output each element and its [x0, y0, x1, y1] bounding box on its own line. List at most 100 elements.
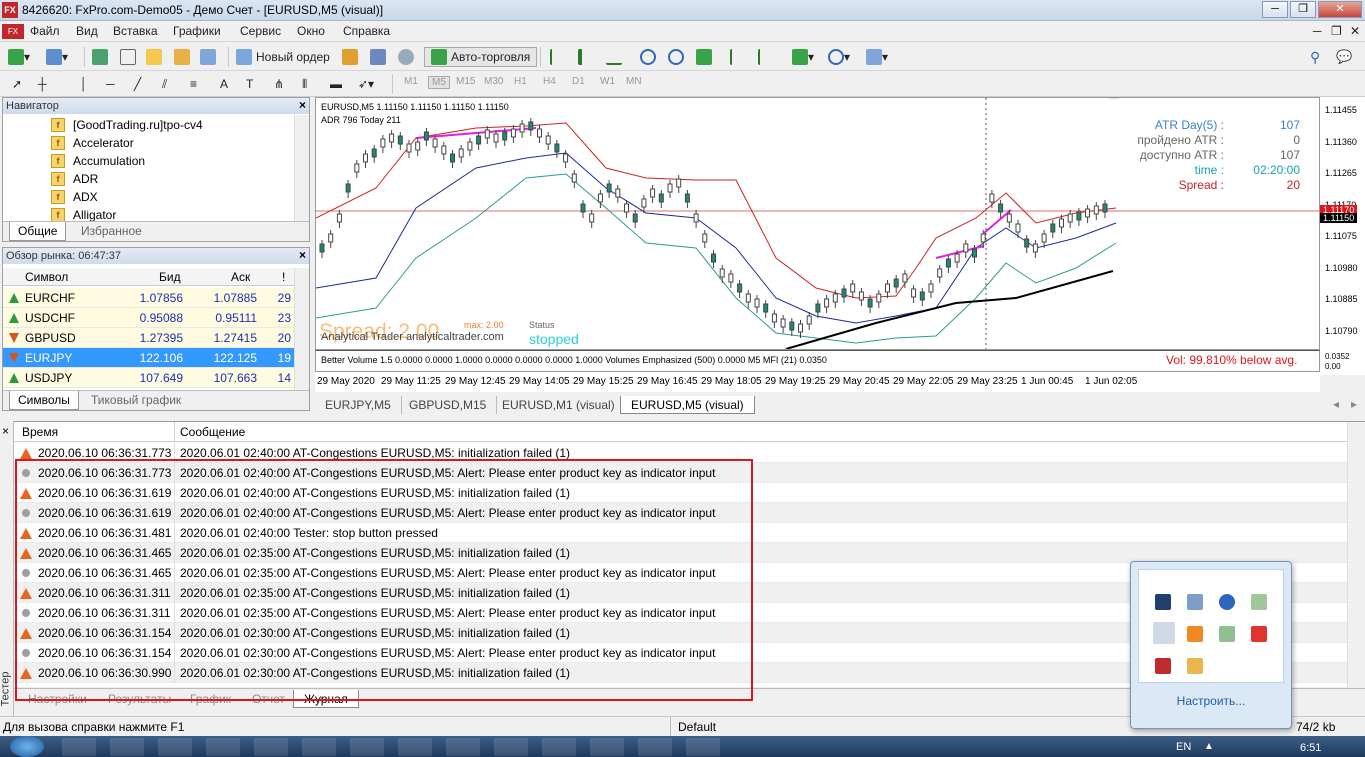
tf-mn[interactable]: MN	[626, 76, 642, 87]
signals-button[interactable]	[370, 47, 386, 67]
nav-item[interactable]: f ADX	[51, 188, 98, 206]
mdi-close-button[interactable]: ✕	[1350, 24, 1360, 38]
nav-item[interactable]: f [GoodTrading.ru]tpo-cv4	[51, 116, 203, 134]
journal-row[interactable]: 2020.06.10 06:36:31.619 2020.06.01 02:40:…	[14, 483, 1347, 503]
taskbar-app[interactable]	[158, 738, 192, 756]
col-ask[interactable]: Аск	[231, 270, 250, 284]
col-bid[interactable]: Бид	[159, 270, 181, 284]
market-watch-row[interactable]: EURJPY 122.106 122.125 19	[3, 348, 295, 368]
tf-d1[interactable]: D1	[572, 76, 585, 87]
trendline-button[interactable]: ╱	[134, 74, 141, 94]
doc-icon[interactable]: FX	[2, 24, 24, 39]
taskbar-app[interactable]	[542, 738, 576, 756]
candle-chart-button[interactable]	[578, 47, 594, 67]
pen-icon[interactable]	[1153, 622, 1175, 644]
taskbar-app[interactable]	[350, 738, 384, 756]
tab-eurusd-m5-visual[interactable]: EURUSD,M5 (visual)	[620, 396, 755, 414]
tab-eurjpy-m5[interactable]: EURJPY,M5	[315, 396, 402, 414]
menu-charts[interactable]: Графики	[173, 24, 221, 38]
tf-m5[interactable]: M5	[428, 76, 450, 89]
col-message[interactable]: Сообщение	[180, 425, 245, 439]
cycle-lines-button[interactable]: ⦀	[302, 74, 307, 94]
mdi-restore-button[interactable]: ❐	[1331, 24, 1342, 38]
connect-button[interactable]	[398, 47, 414, 67]
clock[interactable]: 6:51	[1300, 742, 1321, 754]
menu-file[interactable]: Файл	[30, 24, 60, 38]
taskbar-app[interactable]	[254, 738, 288, 756]
shapes-button[interactable]: ▬	[330, 74, 342, 94]
label-button[interactable]: T	[246, 74, 253, 94]
new-order-button[interactable]: Новый ордер	[236, 47, 330, 67]
price-chart[interactable]: EURUSD,M5 1.11150 1.11150 1.11150 1.1115…	[315, 97, 1320, 350]
zoom-out-button[interactable]	[668, 47, 684, 67]
tab-settings[interactable]: Настройки	[18, 690, 97, 708]
nav-item[interactable]: f Accelerator	[51, 134, 134, 152]
arrows-button[interactable]: ➶▾	[358, 74, 374, 94]
safe-remove-icon[interactable]	[1251, 594, 1267, 610]
tf-w1[interactable]: W1	[600, 76, 615, 87]
bar-chart-button[interactable]	[550, 47, 566, 67]
taskbar-app[interactable]	[62, 738, 96, 756]
new-chart-button[interactable]: ▾	[8, 47, 30, 67]
periods-button[interactable]: ▾	[828, 47, 850, 67]
crosshair-button[interactable]: ┼	[38, 74, 47, 94]
tf-h1[interactable]: H1	[514, 76, 527, 87]
menu-help[interactable]: Справка	[343, 24, 390, 38]
tf-h4[interactable]: H4	[543, 76, 556, 87]
market-watch-scrollbar[interactable]	[294, 268, 309, 391]
price-axis[interactable]: 1.114551.113601.112651.111701.110751.109…	[1320, 97, 1365, 375]
taskbar-app[interactable]	[302, 738, 336, 756]
tab-report[interactable]: Отчет	[242, 690, 295, 708]
menu-insert[interactable]: Вставка	[113, 24, 158, 38]
search-button[interactable]: ⚲	[1310, 47, 1320, 67]
nav-item[interactable]: f ADR	[51, 170, 98, 188]
profiles-button[interactable]: ▾	[46, 47, 68, 67]
chat-button[interactable]: 💬	[1336, 47, 1352, 67]
tab-tick-chart[interactable]: Тиковый график	[83, 391, 189, 410]
navigator-button[interactable]	[146, 47, 162, 67]
tile-windows-button[interactable]	[696, 47, 712, 67]
vertical-line-button[interactable]: │	[80, 74, 88, 94]
avast-icon[interactable]	[1187, 626, 1203, 642]
templates-button[interactable]: ▾	[866, 47, 888, 67]
taskbar-app[interactable]	[398, 738, 432, 756]
minimize-button[interactable]: ─	[1262, 1, 1288, 18]
col-time[interactable]: Время	[22, 425, 58, 439]
start-button[interactable]	[10, 736, 44, 757]
metaeditor-button[interactable]	[342, 47, 358, 67]
journal-row[interactable]: 2020.06.10 06:36:31.465 2020.06.01 02:35:…	[14, 543, 1347, 563]
tray-customize-link[interactable]: Настроить...	[1131, 694, 1291, 708]
language-indicator[interactable]: EN	[1176, 741, 1191, 753]
restore-button[interactable]: ❐	[1290, 1, 1316, 18]
journal-row[interactable]: 2020.06.10 06:36:31.773 2020.06.01 02:40:…	[14, 463, 1347, 483]
autoscroll-button[interactable]	[730, 47, 746, 67]
mdi-minimize-button[interactable]: ─	[1313, 24, 1322, 38]
taskbar-app[interactable]	[494, 738, 528, 756]
anydesk-icon[interactable]	[1251, 626, 1267, 642]
zoom-in-button[interactable]	[640, 47, 656, 67]
taskbar-app[interactable]	[590, 738, 624, 756]
taskbar-app[interactable]	[206, 738, 240, 756]
share-icon[interactable]	[1219, 626, 1235, 642]
close-button[interactable]: ✕	[1318, 1, 1362, 18]
tf-m15[interactable]: M15	[456, 76, 475, 87]
navigator-close-icon[interactable]: ×	[299, 98, 306, 112]
journal-row[interactable]: 2020.06.10 06:36:31.619 2020.06.01 02:40:…	[14, 503, 1347, 523]
profile-name[interactable]: Default	[678, 720, 716, 734]
line-chart-button[interactable]	[606, 47, 622, 67]
channel-button[interactable]: ⫽	[162, 74, 167, 94]
tester-close-icon[interactable]: ×	[2, 424, 9, 438]
tabs-scroll-left-icon[interactable]: ◂	[1333, 397, 1339, 411]
taskbar-app[interactable]	[638, 738, 672, 756]
tab-gbpusd-m15[interactable]: GBPUSD,M15	[399, 396, 498, 414]
chart-shift-button[interactable]	[758, 47, 774, 67]
bluetooth-icon[interactable]	[1219, 594, 1235, 610]
auto-trading-button[interactable]: Авто-торговля	[424, 47, 538, 67]
menu-window[interactable]: Окно	[297, 24, 325, 38]
indicators-button[interactable]: ▾	[792, 47, 814, 67]
col-symbol[interactable]: Символ	[25, 270, 68, 284]
folder-icon[interactable]	[1187, 658, 1203, 674]
terminal-button[interactable]	[174, 47, 190, 67]
tab-common[interactable]: Общие	[9, 222, 67, 241]
monitor-icon[interactable]	[1155, 594, 1171, 610]
